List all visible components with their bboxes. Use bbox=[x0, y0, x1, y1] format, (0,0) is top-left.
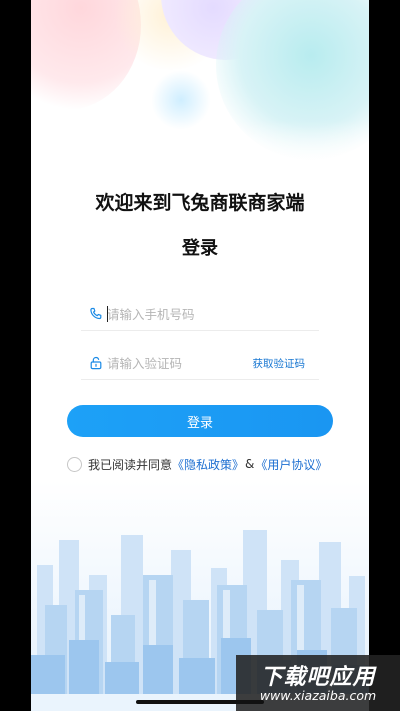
privacy-policy-link[interactable]: 《隐私政策》 bbox=[172, 456, 244, 473]
code-field[interactable]: 获取验证码 bbox=[81, 347, 319, 380]
text-caret bbox=[107, 306, 108, 322]
phone-input[interactable] bbox=[107, 302, 257, 326]
welcome-title: 欢迎来到飞兔商联商家端 bbox=[95, 192, 305, 214]
lock-icon bbox=[89, 355, 103, 370]
get-code-button[interactable]: 获取验证码 bbox=[253, 356, 306, 371]
login-button[interactable]: 登录 bbox=[67, 405, 333, 437]
home-indicator[interactable] bbox=[136, 700, 264, 704]
watermark-title: 下载吧应用 bbox=[260, 665, 376, 690]
phone-icon bbox=[89, 306, 103, 320]
code-input[interactable] bbox=[107, 351, 257, 375]
user-agreement-link[interactable]: 《用户协议》 bbox=[255, 456, 327, 473]
radio-unchecked-icon[interactable] bbox=[67, 456, 82, 472]
phone-field[interactable] bbox=[81, 298, 319, 331]
agreement-text: 我已阅读并同意 bbox=[88, 457, 173, 472]
decor-fade bbox=[31, 120, 369, 180]
agreement-row: 我已阅读并同意 《隐私政策》 & 《用户协议》 bbox=[67, 455, 327, 473]
page-title: 登录 bbox=[182, 238, 218, 259]
agreement-ampersand: & bbox=[245, 457, 255, 471]
login-screen: 欢迎来到飞兔商联商家端 登录 获取验证码 登录 我已阅读并同意 《隐私政策》 &… bbox=[31, 0, 369, 711]
